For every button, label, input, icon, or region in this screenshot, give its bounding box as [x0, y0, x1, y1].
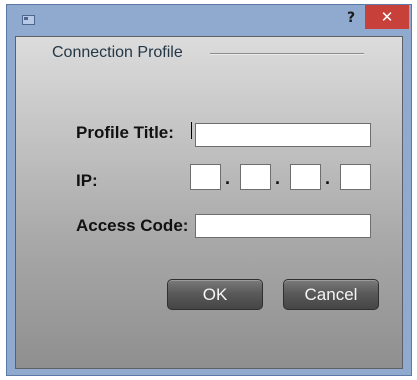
text-caret	[191, 122, 192, 139]
cancel-button[interactable]: Cancel	[283, 279, 379, 310]
ip-octet-2-input[interactable]	[240, 164, 271, 190]
ip-label: IP:	[76, 171, 98, 190]
access-code-label: Access Code:	[76, 216, 189, 235]
group-divider	[210, 53, 364, 55]
ip-separator: .	[325, 168, 331, 188]
ok-button[interactable]: OK	[167, 279, 263, 310]
dialog-content	[15, 36, 403, 369]
profile-title-input[interactable]	[195, 123, 371, 147]
title-bar[interactable]: ? ✕	[7, 5, 411, 37]
group-title: Connection Profile	[52, 44, 183, 61]
app-window-icon	[22, 15, 35, 25]
close-button[interactable]: ✕	[365, 5, 409, 29]
help-button[interactable]: ?	[337, 7, 365, 29]
ip-octet-1-input[interactable]	[190, 164, 221, 190]
ip-separator: .	[225, 168, 231, 188]
ip-octet-4-input[interactable]	[340, 164, 371, 190]
profile-title-label: Profile Title:	[76, 123, 174, 142]
ip-octet-3-input[interactable]	[290, 164, 321, 190]
ip-separator: .	[275, 168, 281, 188]
access-code-input[interactable]	[195, 214, 371, 238]
